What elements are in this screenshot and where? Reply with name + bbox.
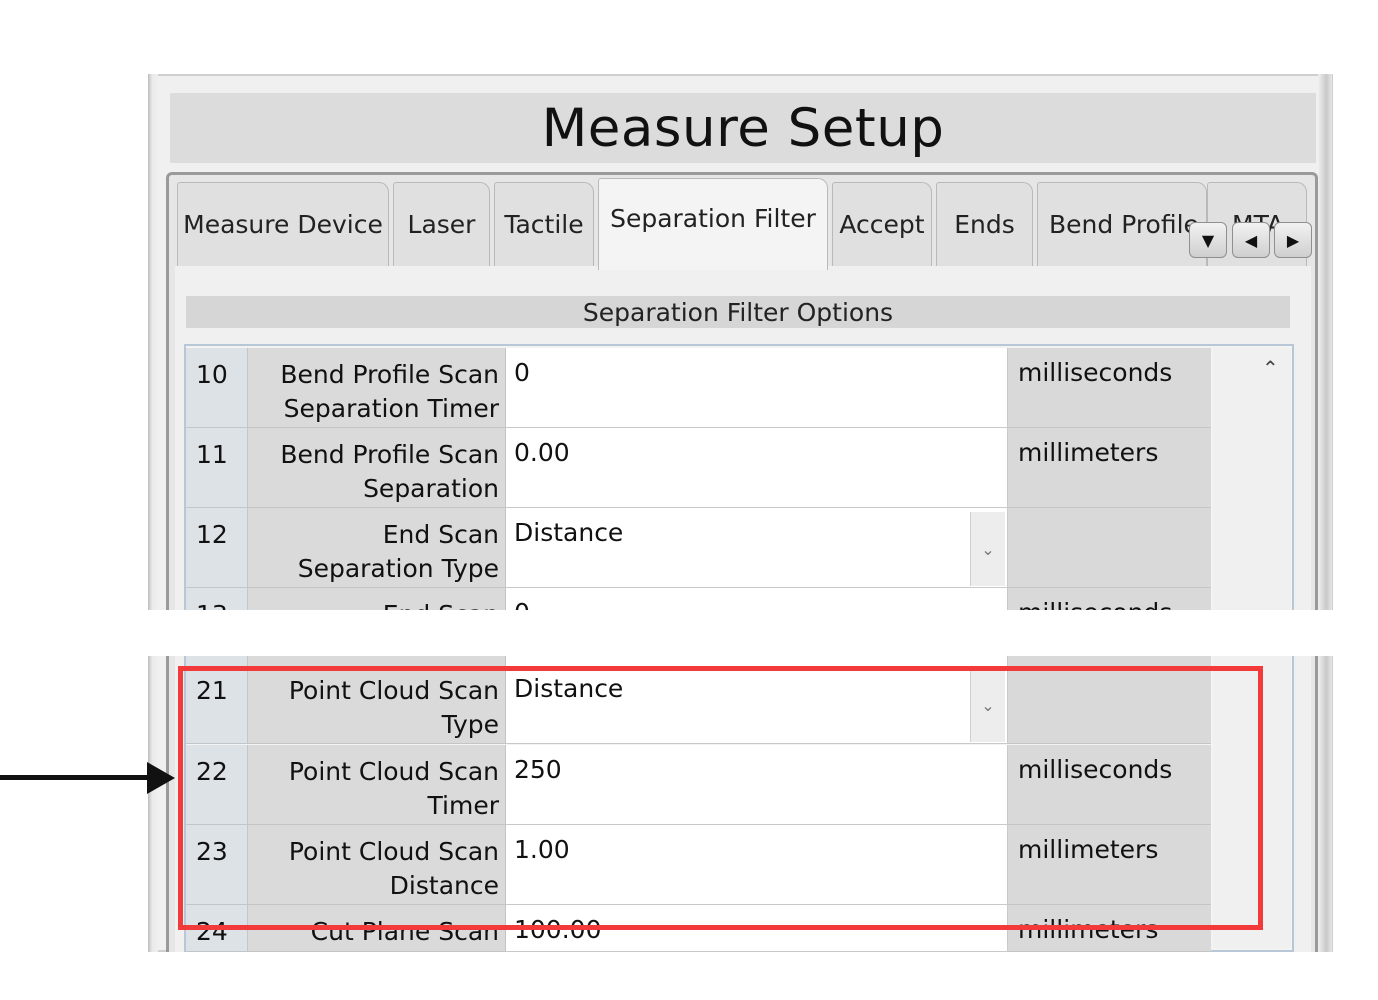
value-field[interactable]: 0	[506, 348, 1008, 428]
caret-left-icon: ◀	[1244, 230, 1258, 250]
row-label: Bend Profile Scan Separation Timer	[248, 348, 506, 428]
page-title: Measure Setup	[541, 97, 945, 159]
row-label: End Scan Separation Type	[248, 508, 506, 588]
table-row: 12 End Scan Separation Type Distance ⌄	[186, 508, 1211, 588]
tab-tactile[interactable]: Tactile	[494, 182, 594, 266]
row-number: 10	[186, 348, 248, 428]
caret-up-icon[interactable]: ⌃	[1262, 356, 1279, 380]
frame-left-edge	[148, 74, 158, 952]
dropdown-field[interactable]: Distance ⌄	[506, 508, 1008, 588]
unit-label: millimeters	[1008, 428, 1211, 508]
frame-right-edge	[1318, 74, 1332, 952]
table-row: 11 Bend Profile Scan Separation Distance…	[186, 428, 1211, 537]
value-field[interactable]: 0.00	[506, 428, 1008, 508]
arrow-head-icon	[147, 762, 175, 794]
tab-scroll-left-button[interactable]: ◀	[1232, 222, 1270, 258]
tab-list-dropdown-button[interactable]: ▼	[1189, 222, 1227, 258]
tab-separation-filter[interactable]: Separation Filter	[598, 178, 828, 270]
table-row: 10 Bend Profile Scan Separation Timer 0 …	[186, 348, 1211, 428]
row-number: 12	[186, 508, 248, 588]
chevron-down-icon[interactable]: ⌄	[970, 512, 1005, 586]
highlight-box	[178, 666, 1263, 930]
unit-label: milliseconds	[1008, 348, 1211, 428]
arrow-icon	[0, 775, 150, 780]
caret-down-icon: ▼	[1201, 230, 1215, 250]
section-header: Separation Filter Options	[186, 296, 1290, 328]
caret-right-icon: ▶	[1286, 230, 1300, 250]
tab-scroll-right-button[interactable]: ▶	[1274, 222, 1312, 258]
screenshot-gap	[0, 610, 1378, 656]
tab-measure-device[interactable]: Measure Device	[177, 182, 389, 266]
tab-ends[interactable]: Ends	[936, 182, 1033, 266]
title-bar: Measure Setup	[170, 93, 1316, 163]
unit-label	[1008, 508, 1211, 588]
row-number: 11	[186, 428, 248, 508]
row-label: Bend Profile Scan Separation Distance	[248, 428, 506, 537]
tab-laser[interactable]: Laser	[393, 182, 490, 266]
tab-accept[interactable]: Accept	[832, 182, 932, 266]
tab-bend-profile[interactable]: Bend Profile	[1037, 182, 1207, 266]
